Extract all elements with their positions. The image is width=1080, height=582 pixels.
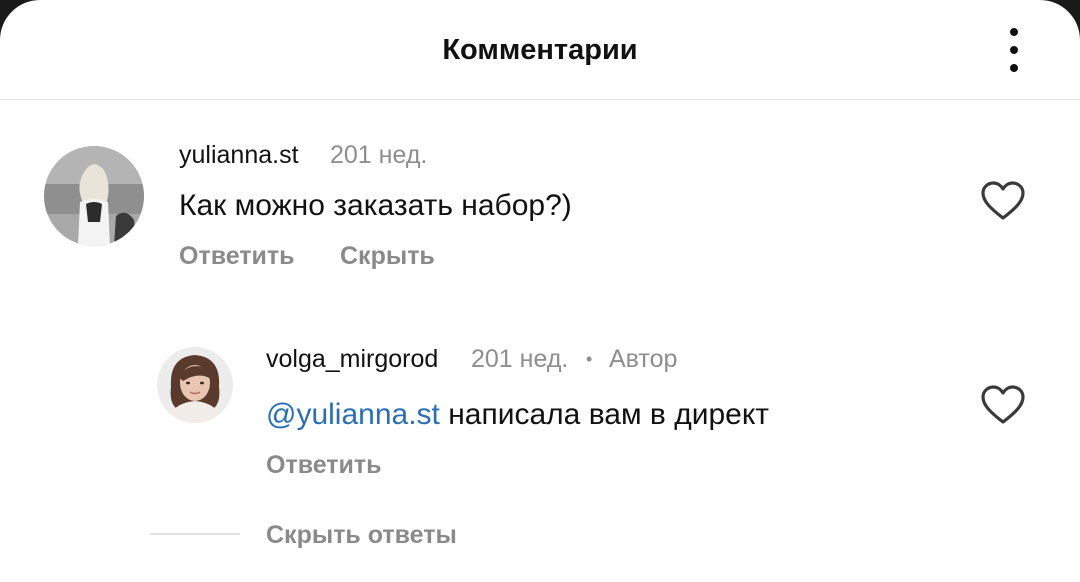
reply-timestamp: 201 нед.	[471, 345, 569, 373]
comments-header: Комментарии	[0, 0, 1080, 100]
avatar[interactable]	[157, 347, 233, 423]
avatar[interactable]	[44, 146, 144, 246]
heart-outline-icon	[981, 181, 1025, 220]
comments-sheet: Комментарии yulianna.st 201 нед. Как мож…	[0, 0, 1080, 582]
reply-text: @yulianna.st написала вам в директ	[266, 397, 769, 433]
meta-separator: •	[586, 349, 593, 369]
reply-username[interactable]: volga_mirgorod	[266, 344, 438, 374]
comment-text: Как можно заказать набор?)	[179, 189, 572, 222]
like-button[interactable]	[980, 384, 1026, 426]
reply-body: написала вам в директ	[439, 398, 770, 431]
author-badge: Автор	[609, 345, 678, 373]
comment-timestamp: 201 нед.	[330, 141, 428, 169]
mention-link[interactable]: @yulianna.st	[266, 398, 440, 431]
like-button[interactable]	[980, 180, 1026, 222]
heart-outline-icon	[981, 385, 1025, 424]
hide-button[interactable]: Скрыть	[340, 241, 435, 271]
comment-username[interactable]: yulianna.st	[179, 140, 299, 170]
more-options-button[interactable]	[990, 24, 1038, 76]
hide-replies-button[interactable]: Скрыть ответы	[266, 520, 457, 550]
page-title: Комментарии	[442, 34, 638, 66]
reply-button[interactable]: Ответить	[179, 241, 295, 271]
reply-button[interactable]: Ответить	[266, 450, 382, 480]
replies-divider	[150, 533, 240, 535]
